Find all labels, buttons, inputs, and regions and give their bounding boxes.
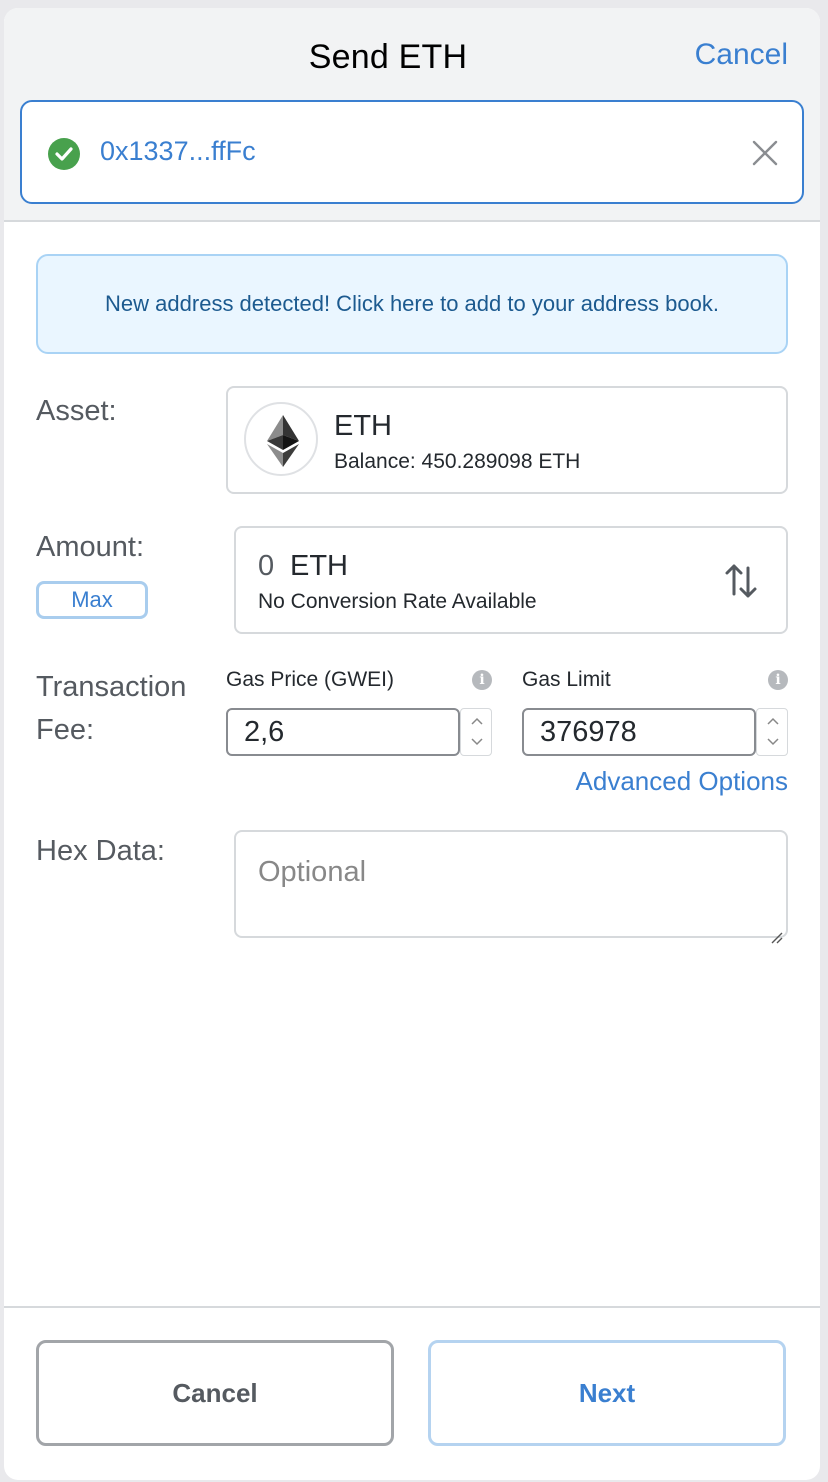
max-button[interactable]: Max [36,581,148,619]
gas-price-input[interactable]: 2,6 [226,708,460,756]
header: Send ETH Cancel 0x1337...ffFc [4,8,820,222]
advanced-options-link[interactable]: Advanced Options [576,766,788,797]
hex-data-placeholder: Optional [258,856,367,888]
asset-selector[interactable]: ETH Balance: 450.289098 ETH [226,386,788,494]
cancel-button[interactable]: Cancel [36,1340,394,1446]
page-title: Send ETH [308,38,468,76]
fee-label-line1: Transaction [36,671,187,703]
footer-divider [4,1306,820,1308]
amount-value: 0 [258,550,275,582]
gas-price-info-icon[interactable]: i [472,670,492,690]
header-cancel-button[interactable]: Cancel [695,38,788,72]
conversion-rate: No Conversion Rate Available [258,590,537,613]
asset-label: Asset: [36,395,117,427]
hex-data-input[interactable]: Optional [234,830,788,944]
recipient-field[interactable]: 0x1337...ffFc [20,100,804,204]
gas-limit-label: Gas Limit [522,668,611,691]
hex-data-label: Hex Data: [36,835,165,867]
gas-limit-info-icon[interactable]: i [768,670,788,690]
send-eth-window: Send ETH Cancel 0x1337...ffFc New addres… [4,8,820,1480]
gas-price-stepper[interactable] [460,708,492,756]
swap-arrows-icon[interactable] [724,560,760,602]
new-address-notice[interactable]: New address detected! Click here to add … [36,254,788,354]
close-icon[interactable] [750,138,780,168]
ethereum-icon [244,402,318,476]
resize-handle-icon[interactable] [769,919,783,944]
gas-limit-stepper[interactable] [756,708,788,756]
amount-input[interactable]: 0 ETH No Conversion Rate Available [234,526,788,634]
gas-price-label: Gas Price (GWEI) [226,668,395,691]
asset-balance: Balance: 450.289098 ETH [334,450,581,473]
asset-name: ETH [334,410,392,442]
amount-label: Amount: [36,531,144,563]
gas-limit-input[interactable]: 376978 [522,708,756,756]
recipient-address: 0x1337...ffFc [100,136,256,166]
fee-label-line2: Fee: [36,714,95,746]
next-button[interactable]: Next [428,1340,786,1446]
amount-unit: ETH [290,550,348,582]
check-circle-icon [48,138,80,170]
